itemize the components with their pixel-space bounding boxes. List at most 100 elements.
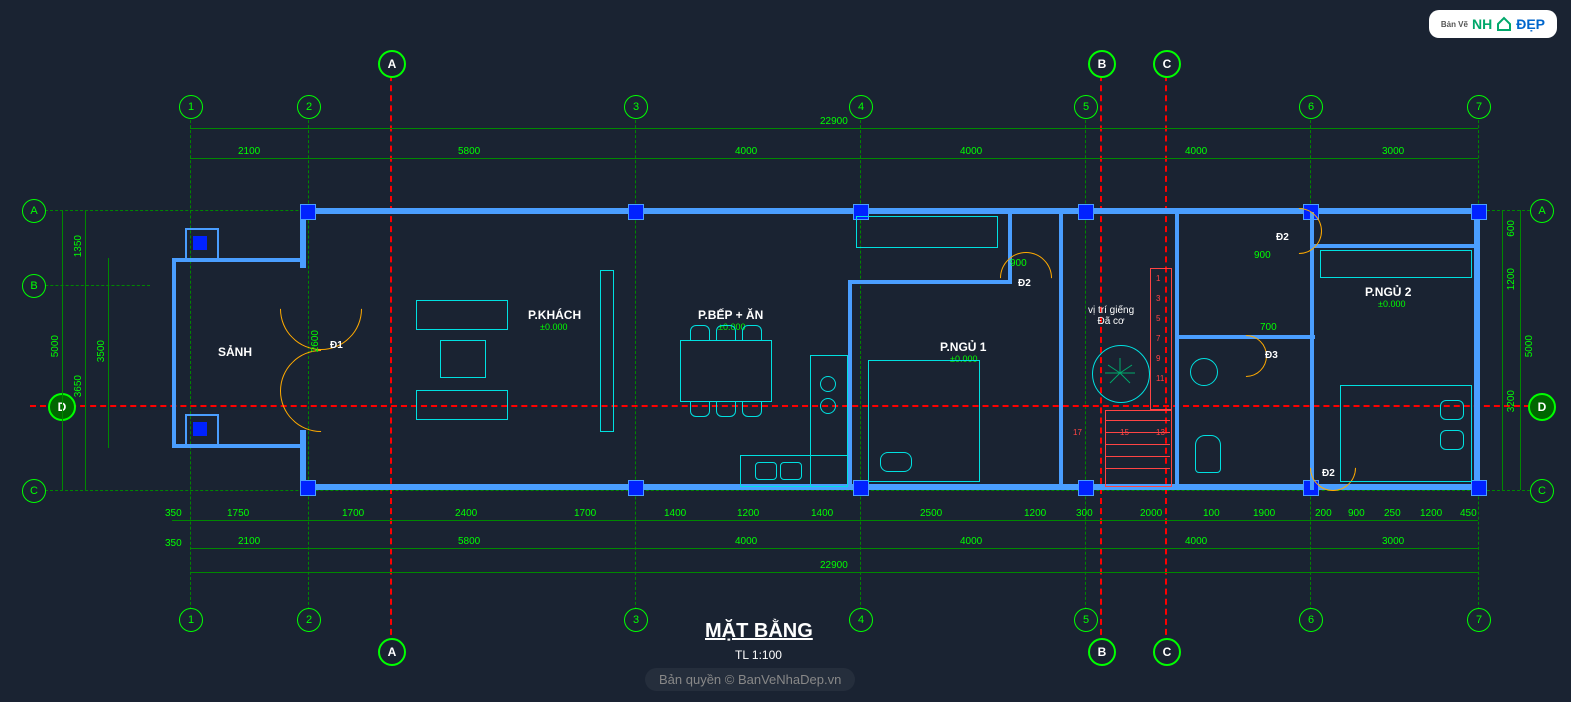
wall-ngu1-left: [848, 280, 852, 490]
dim-left-0: 1350: [73, 235, 84, 257]
room-khach: P.KHÁCH: [528, 308, 581, 322]
column-3C: [628, 480, 644, 496]
dim-top-1: 5800: [458, 146, 480, 157]
grid-bubble-5-bot: 5: [1074, 608, 1098, 632]
dim-left-1: 3650: [73, 375, 84, 397]
grid-bubble-5-top: 5: [1074, 95, 1098, 119]
room-ngu1: P.NGỦ 1: [940, 340, 986, 354]
door-d2-ngu2-label: Đ2: [1322, 468, 1335, 479]
room-ngu2-lvl: ±0.000: [1378, 299, 1405, 309]
stair-n17: 17: [1073, 428, 1082, 437]
dim-bot-3: 4000: [960, 536, 982, 547]
chair-5: [716, 401, 736, 417]
column-5A: [1078, 204, 1094, 220]
dim-overall-bot: 22900: [820, 560, 848, 571]
dim-900-ngu1: 900: [1010, 258, 1027, 269]
dim-line-grid-top: [190, 158, 1478, 159]
column-5C: [1078, 480, 1094, 496]
door-d1-arc2: [263, 333, 379, 449]
dim-left-overall: 5000: [50, 335, 61, 357]
room-gieng: vị trí giếng Đã cơ: [1088, 305, 1134, 327]
stair-n7: 7: [1156, 334, 1160, 343]
column-7A: [1471, 204, 1487, 220]
dim-left-inner-0: 3500: [96, 340, 107, 362]
dim-top-4: 4000: [1185, 146, 1207, 157]
drawing-title: MẶT BẰNG: [705, 620, 813, 643]
stair-run-up: [1150, 268, 1172, 410]
dim-line-left-2: [85, 210, 86, 490]
pillow-ngu1: [880, 452, 912, 472]
dim-bot-1: 5800: [458, 536, 480, 547]
chair-6: [742, 401, 762, 417]
dim-right-overall: 5000: [1524, 335, 1535, 357]
chair-4: [690, 401, 710, 417]
dim-bot-d8: 2500: [920, 508, 942, 519]
stove-burner-2: [820, 398, 836, 414]
dim-bot-0: 2100: [238, 536, 260, 547]
dim-bot-d11: 2000: [1140, 508, 1162, 519]
dim-line-left-3: [108, 258, 109, 448]
dim-bot-d6: 1200: [737, 508, 759, 519]
dim-bot-d5: 1400: [664, 508, 686, 519]
dim-bot-d18: 450: [1460, 508, 1477, 519]
dim-bot-d1: 1750: [227, 508, 249, 519]
chair-2: [716, 325, 736, 341]
sofa-1: [416, 300, 508, 330]
stair-n9: 9: [1156, 354, 1160, 363]
dim-line-overall-left: [62, 210, 63, 490]
dim-line-overall-top: [190, 128, 1478, 129]
stair-n11: 11: [1156, 374, 1164, 383]
grid-bubble-6-top: 6: [1299, 95, 1323, 119]
section-bubble-A-bot: A: [378, 638, 406, 666]
dim-bot-d10: 300: [1076, 508, 1093, 519]
copyright-watermark: Bản quyền © BanVeNhaDep.vn: [645, 668, 855, 691]
room-bep: P.BẾP + ĂN: [698, 308, 763, 322]
wall-wc-left: [1175, 212, 1179, 490]
section-B-line: [1100, 55, 1102, 645]
pillow-ngu2-1: [1440, 400, 1464, 420]
dim-top-5: 3000: [1382, 146, 1404, 157]
sink-basin-1: [755, 462, 777, 480]
dim-overall-top: 22900: [820, 116, 848, 127]
dim-line-overall-bot: [190, 572, 1478, 573]
grid-bubble-A-right: A: [1530, 199, 1554, 223]
tv-unit: [600, 270, 614, 432]
dim-bot-d14: 200: [1315, 508, 1332, 519]
grid-bubble-7-top: 7: [1467, 95, 1491, 119]
grid-bubble-4-bot: 4: [849, 608, 873, 632]
gridline-5: [1085, 95, 1086, 625]
dim-top-2: 4000: [735, 146, 757, 157]
dim-right-2v: 3200: [1506, 390, 1517, 412]
grid-bubble-7-bot: 7: [1467, 608, 1491, 632]
dim-bot-d17: 1200: [1420, 508, 1442, 519]
column-2C: [300, 480, 316, 496]
stair-block: [1105, 410, 1172, 487]
grid-bubble-1-top: 1: [179, 95, 203, 119]
dim-line-overall-right: [1520, 210, 1521, 490]
grid-bubble-C-left: C: [22, 479, 46, 503]
sink-basin-2: [780, 462, 802, 480]
pillow-ngu2-2: [1440, 430, 1464, 450]
dim-bot-d3: 2400: [455, 508, 477, 519]
dim-top-0: 2100: [238, 146, 260, 157]
dim-door-d1: 2600: [310, 330, 321, 352]
dim-bot-d9: 1200: [1024, 508, 1046, 519]
dim-bot-5: 3000: [1382, 536, 1404, 547]
dim-bot-d13: 1900: [1253, 508, 1275, 519]
sofa-2: [416, 390, 508, 420]
stair-n13: 13: [1156, 428, 1165, 437]
dim-900-gieng: 900: [1254, 250, 1271, 261]
wardrobe-ngu2: [1320, 250, 1472, 278]
dim-bot-lead: 350: [165, 538, 182, 549]
dim-700-wc: 700: [1260, 322, 1277, 333]
dim-bot-d2: 1700: [342, 508, 364, 519]
wall-wc-right: [1310, 212, 1314, 490]
grid-bubble-3-bot: 3: [624, 608, 648, 632]
dim-bot-d16: 250: [1384, 508, 1401, 519]
dim-bot-2: 4000: [735, 536, 757, 547]
dim-right-0: 600: [1506, 220, 1517, 237]
dim-bot-4: 4000: [1185, 536, 1207, 547]
grid-bubble-A-left: A: [22, 199, 46, 223]
stair-n3: 3: [1156, 294, 1160, 303]
section-bubble-B-bot: B: [1088, 638, 1116, 666]
